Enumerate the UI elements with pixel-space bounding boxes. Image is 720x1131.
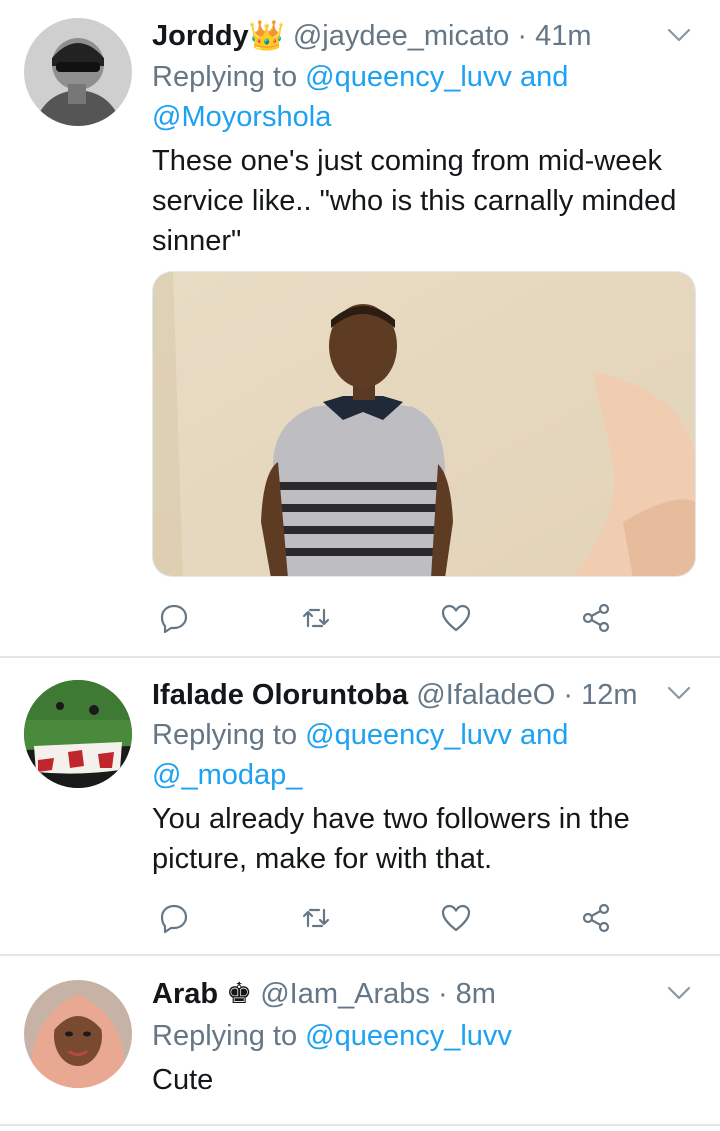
replying-to-label: Replying to [152,719,298,751]
avatar[interactable] [24,18,132,126]
heart-icon[interactable] [436,598,476,638]
heart-icon[interactable] [436,898,476,938]
separator-dot: · [517,20,528,52]
separator-dot: · [437,978,448,1010]
separator-dot: · [563,679,574,711]
mention-link[interactable]: @Moyorshola [152,101,331,133]
mention-link[interactable]: @queency_luvv [305,1020,512,1052]
tweet-text: These one's just coming from mid-week se… [152,145,677,257]
crown-emoji-icon: 👑 [248,20,285,52]
display-name[interactable]: Arab [152,978,218,1010]
tweet-text: Cute [152,1064,214,1096]
chevron-down-icon[interactable] [666,980,692,1006]
tweet-jorddy[interactable]: Jorddy👑 @jaydee_micato · 41m Replying to… [0,0,720,658]
tweet-actions [152,898,632,938]
timestamp[interactable]: 8m [456,978,496,1010]
tweet-header: Jorddy👑 @jaydee_micato · 41m [152,18,660,54]
timestamp[interactable]: 12m [581,679,637,711]
user-handle[interactable]: @jaydee_micato [293,20,509,52]
user-handle[interactable]: @IfaladeO [416,679,555,711]
replying-to-label: Replying to [152,61,298,93]
user-handle[interactable]: @Iam_Arabs [260,978,430,1010]
share-icon[interactable] [576,598,616,638]
tweet-header: Arab ♚ @Iam_Arabs · 8m [152,976,660,1012]
display-name[interactable]: Jorddy [152,20,249,52]
reply-icon[interactable] [154,898,194,938]
tweet-header: Ifalade Oloruntoba @IfaladeO · 12m [152,677,660,713]
tweet-ifalade[interactable]: Ifalade Oloruntoba @IfaladeO · 12m Reply… [0,658,720,956]
retweet-icon[interactable] [296,898,336,938]
timestamp[interactable]: 41m [535,20,591,52]
tweet-text: You already have two followers in the pi… [152,803,630,875]
chess-king-icon: ♚ [226,978,253,1010]
retweet-icon[interactable] [296,598,336,638]
mention-link[interactable]: @queency_luvv [305,61,512,93]
share-icon[interactable] [576,898,616,938]
tweet-photo[interactable] [152,271,696,577]
tweet-arab[interactable]: Arab ♚ @Iam_Arabs · 8m Replying to @quee… [0,956,720,1131]
tweet-divider [0,1124,720,1126]
display-name[interactable]: Ifalade Oloruntoba [152,679,408,711]
replying-to: Replying to @queency_luvv and @Moyorshol… [152,57,682,137]
avatar[interactable] [24,980,132,1088]
mention-link[interactable]: @queency_luvv [305,719,512,751]
chevron-down-icon[interactable] [666,22,692,48]
tweet-actions [152,598,632,638]
chevron-down-icon[interactable] [666,680,692,706]
replying-to-label: Replying to [152,1020,298,1052]
reply-icon[interactable] [154,598,194,638]
replying-to: Replying to @queency_luvv and @_modap_ [152,715,682,795]
replying-to: Replying to @queency_luvv [152,1016,682,1056]
mention-and[interactable]: and [520,61,568,93]
mention-and[interactable]: and [520,719,568,751]
avatar[interactable] [24,680,132,788]
mention-link[interactable]: @_modap_ [152,759,302,791]
